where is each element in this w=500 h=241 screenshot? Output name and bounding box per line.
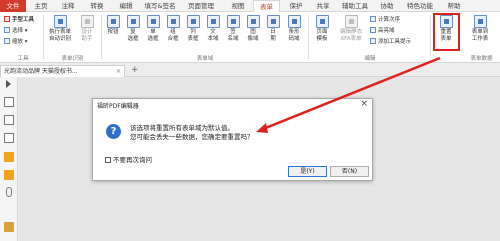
design-helper-button[interactable]: 设计 助手 [77, 15, 97, 42]
dialog-title: 福昕PDF编辑器 [97, 103, 139, 110]
left-sidebar [0, 77, 18, 241]
barcode-icon [287, 15, 301, 28]
calendar-icon [266, 15, 280, 28]
select-tool-button[interactable]: 选择 ▾ [4, 27, 28, 35]
no-button[interactable]: 否(N) [330, 166, 369, 177]
text-field-icon [206, 15, 220, 28]
attachments-panel-icon[interactable] [6, 187, 12, 197]
menu-accessibility[interactable]: 辅助工具 [337, 0, 373, 12]
menu-page-manage[interactable]: 页面管理 [182, 0, 220, 12]
menu-bar: 文件 主页 注释 转换 编辑 填写&签名 页面管理 视图 表单 保护 共享 辅助… [0, 0, 500, 13]
design-helper-icon [80, 15, 94, 28]
menu-share[interactable]: 共享 [310, 0, 336, 12]
highlight-fields-button[interactable]: 高亮域 [370, 27, 395, 35]
document-tab-bar: 光韵流动品牌 天猫授权书... × + [0, 63, 500, 77]
signature-icon [226, 15, 240, 28]
tooltip-icon [370, 38, 376, 44]
cursor-icon [4, 27, 10, 33]
menu-comment[interactable]: 注释 [55, 0, 81, 12]
page-template-button[interactable]: 页面 模板 [311, 15, 333, 42]
list-box-field-button[interactable]: 列 表框 [184, 15, 202, 42]
sheet-icon [473, 15, 487, 28]
edit-xfa-button[interactable]: 编辑静态 XFA表单 [335, 15, 367, 42]
zoom-icon [4, 38, 10, 44]
list-box-icon [186, 15, 200, 28]
run-form-recognition-button[interactable]: 执行表单 自动识别 [47, 15, 73, 42]
reset-form-highlight [433, 13, 460, 51]
comments-panel-icon[interactable] [4, 152, 14, 162]
button-field-button[interactable]: 按钮 [104, 15, 122, 36]
highlight-icon [370, 27, 376, 33]
date-field-button[interactable]: 日 期 [264, 15, 282, 42]
expand-panel-icon[interactable] [6, 80, 11, 88]
add-tooltip-button[interactable]: 添加工具提示 [370, 38, 411, 46]
dialog-close-icon[interactable]: × [360, 99, 368, 109]
menu-file[interactable]: 文件 [0, 0, 26, 12]
calc-order-icon [370, 16, 376, 22]
hand-icon [4, 16, 10, 22]
radio-icon [146, 15, 160, 28]
reset-form-dialog: 福昕PDF编辑器 × ? 该选项将重置所有表单域为默认值。 您可能会丢失一些数据… [92, 98, 373, 181]
hand-tool-button[interactable]: 手型工具 [4, 16, 34, 24]
yes-button[interactable]: 是(Y) [288, 166, 327, 177]
menu-help[interactable]: 帮助 [441, 0, 467, 12]
combo-box-field-button[interactable]: 组 合框 [164, 15, 182, 42]
new-tab-button[interactable]: + [131, 65, 139, 76]
radio-field-button[interactable]: 单 选框 [144, 15, 162, 42]
checkbox-field-button[interactable]: 复 选框 [124, 15, 142, 42]
xfa-icon [344, 15, 358, 28]
question-icon: ? [106, 124, 121, 139]
divider [308, 15, 309, 59]
security-panel-icon[interactable] [4, 222, 14, 232]
divider [430, 15, 431, 59]
text-field-button[interactable]: 文 本域 [204, 15, 222, 42]
pages-panel-icon[interactable] [4, 97, 14, 107]
menu-view[interactable]: 视图 [225, 0, 251, 12]
ribbon: 手型工具 选择 ▾ 缩放 ▾ 工具 执行表单 自动识别 设计 助手 表单识别 按… [0, 12, 500, 63]
close-tab-icon[interactable]: × [116, 66, 121, 77]
bookmarks-panel-icon[interactable] [4, 133, 14, 143]
form-run-icon [53, 15, 67, 28]
group-label-form-data: 表单数据 [470, 56, 493, 62]
menu-edit[interactable]: 编辑 [113, 0, 139, 12]
divider [101, 15, 102, 59]
signature-field-button[interactable]: 签 名域 [224, 15, 242, 42]
calc-order-button[interactable]: 计算次序 [370, 16, 400, 24]
menu-protect[interactable]: 保护 [283, 0, 309, 12]
menu-convert[interactable]: 转换 [84, 0, 110, 12]
menu-assist[interactable]: 协助 [374, 0, 400, 12]
menu-features[interactable]: 特色功能 [402, 0, 438, 12]
button-field-icon [106, 15, 120, 28]
image-field-button[interactable]: 图 像域 [244, 15, 262, 42]
dont-ask-again-checkbox[interactable]: 不要再次询问 [105, 154, 152, 164]
checkbox-icon [126, 15, 140, 28]
image-icon [246, 15, 260, 28]
annotations-panel-icon[interactable] [4, 170, 14, 180]
thumbnails-panel-icon[interactable] [4, 115, 14, 125]
combo-box-icon [166, 15, 180, 28]
group-label-form-recognition: 表单识别 [61, 56, 84, 62]
dialog-message-line2: 您可能会丢失一些数据，您确定要重置吗？ [130, 133, 254, 141]
group-label-tools: 工具 [17, 56, 29, 62]
zoom-tool-button[interactable]: 缩放 ▾ [4, 38, 28, 46]
group-label-form-fields: 表单域 [196, 56, 214, 62]
barcode-field-button[interactable]: 条形 码域 [284, 15, 304, 42]
form-to-sheet-button[interactable]: 表单到 工作表 [465, 15, 495, 42]
menu-fill-sign[interactable]: 填写&签名 [140, 0, 180, 12]
document-tab[interactable]: 光韵流动品牌 天猫授权书... × [0, 65, 125, 77]
divider [43, 15, 44, 59]
menu-home[interactable]: 主页 [28, 0, 54, 12]
group-label-edit: 编辑 [364, 56, 376, 62]
page-template-icon [315, 15, 329, 28]
checkbox-icon[interactable] [105, 157, 111, 163]
